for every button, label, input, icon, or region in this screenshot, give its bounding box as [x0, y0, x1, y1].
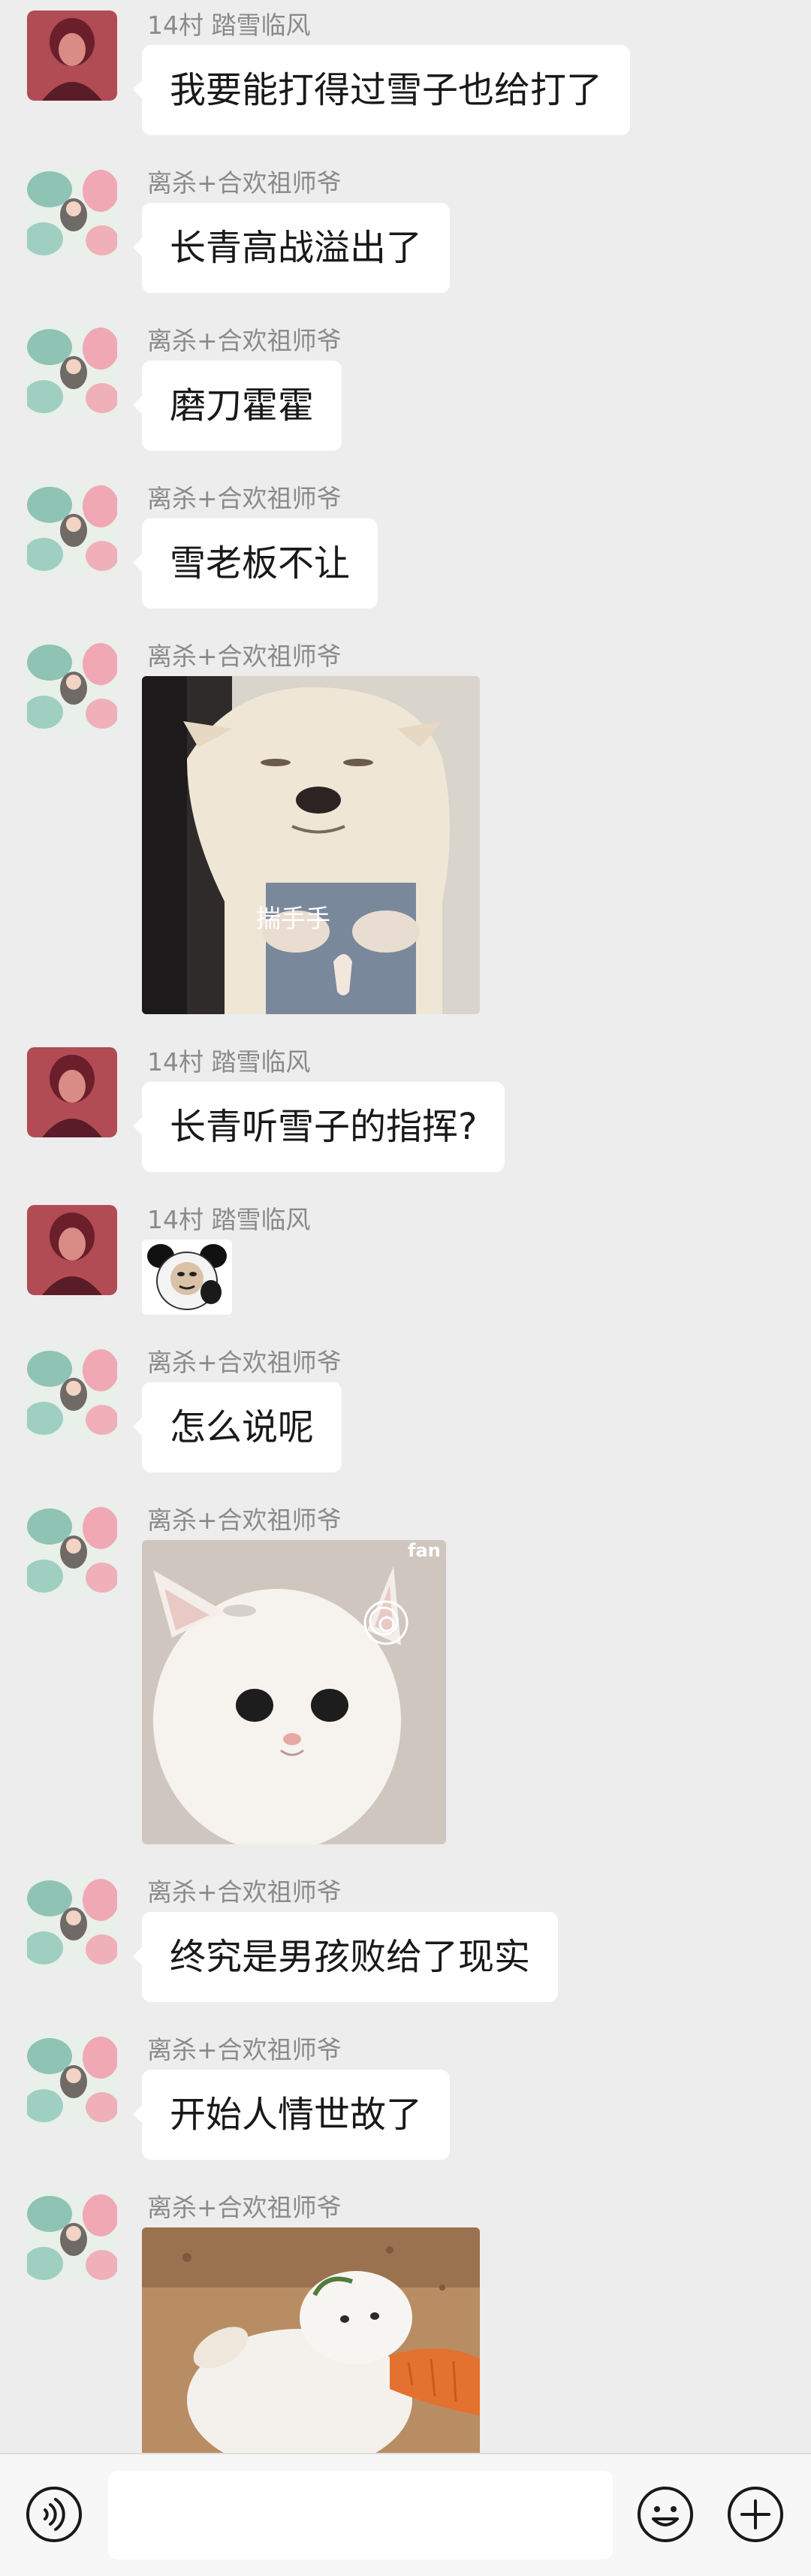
avatar[interactable]	[27, 1047, 117, 1137]
voice-icon[interactable]	[24, 2484, 84, 2544]
message-bubble[interactable]: 我要能打得过雪子也给打了	[132, 45, 631, 135]
message-bubble[interactable]: 长青高战溢出了	[132, 203, 451, 293]
message-input-bar	[0, 2453, 811, 2576]
message-bubble[interactable]: 长青听雪子的指挥?	[132, 1082, 505, 1172]
dog-sticker[interactable]: 揣手手	[142, 676, 480, 1014]
chat-message-list[interactable]: 14村 踏雪临风 我要能打得过雪子也给打了 离杀+合欢祖师爷 长青高战溢出了 离…	[0, 0, 811, 2453]
cat-sticker[interactable]: fan	[142, 1540, 446, 1844]
avatar[interactable]	[27, 11, 117, 101]
message-bubble[interactable]: 怎么说呢	[132, 1382, 342, 1472]
avatar[interactable]	[27, 484, 117, 574]
sender-nickname: 14村 踏雪临风	[147, 1205, 311, 1234]
sender-nickname: 离杀+合欢祖师爷	[147, 2193, 342, 2222]
message-bubble[interactable]: 终究是男孩败给了现实	[132, 1912, 559, 2002]
panda-face-sticker[interactable]	[142, 1240, 232, 1315]
avatar[interactable]	[27, 2035, 117, 2125]
sender-nickname: 14村 踏雪临风	[147, 11, 311, 40]
avatar[interactable]	[27, 1348, 117, 1438]
sender-nickname: 离杀+合欢祖师爷	[147, 1505, 342, 1535]
message-bubble[interactable]: 开始人情世故了	[132, 2070, 451, 2160]
sticker-caption: fan	[408, 1540, 441, 1561]
sender-nickname: 离杀+合欢祖师爷	[147, 326, 342, 355]
message-bubble[interactable]: 雪老板不让	[132, 518, 378, 609]
avatar[interactable]	[27, 326, 117, 416]
message-input[interactable]	[108, 2471, 613, 2559]
sender-nickname: 离杀+合欢祖师爷	[147, 642, 342, 671]
emoji-icon[interactable]	[635, 2484, 695, 2544]
message-bubble[interactable]: 磨刀霍霍	[132, 361, 342, 451]
avatar[interactable]	[27, 1877, 117, 1967]
avatar[interactable]	[27, 1205, 117, 1295]
rabbit-carrot-sticker[interactable]	[142, 2227, 480, 2453]
avatar[interactable]	[27, 642, 117, 732]
sender-nickname: 离杀+合欢祖师爷	[147, 1348, 342, 1377]
avatar[interactable]	[27, 168, 117, 258]
sender-nickname: 14村 踏雪临风	[147, 1047, 311, 1077]
plus-icon[interactable]	[725, 2484, 785, 2544]
avatar[interactable]	[27, 2193, 117, 2283]
sender-nickname: 离杀+合欢祖师爷	[147, 1877, 342, 1907]
sender-nickname: 离杀+合欢祖师爷	[147, 168, 342, 198]
sticker-caption: 揣手手	[256, 904, 330, 933]
sender-nickname: 离杀+合欢祖师爷	[147, 2035, 342, 2064]
sender-nickname: 离杀+合欢祖师爷	[147, 484, 342, 513]
avatar[interactable]	[27, 1505, 117, 1596]
